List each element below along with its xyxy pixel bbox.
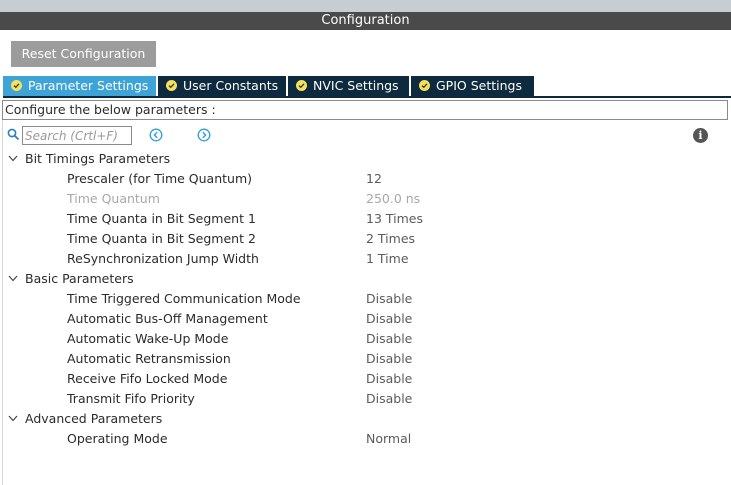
param-row-ttcm[interactable]: Time Triggered Communication Mode Disabl…: [0, 289, 731, 309]
panel-left-border: [2, 120, 3, 485]
param-value[interactable]: Disable: [366, 369, 412, 389]
tab-label: User Constants: [183, 78, 279, 93]
param-row-bit-segment-2[interactable]: Time Quanta in Bit Segment 2 2 Times: [0, 229, 731, 249]
param-name: Operating Mode: [67, 431, 168, 446]
param-name: ReSynchronization Jump Width: [67, 251, 259, 266]
param-value[interactable]: 12: [366, 169, 382, 189]
group-bit-timings[interactable]: Bit Timings Parameters: [0, 149, 731, 169]
check-circle-icon: [11, 80, 22, 91]
tab-gpio-settings[interactable]: GPIO Settings: [411, 76, 534, 96]
parameters-description: Configure the below parameters :: [2, 100, 728, 120]
top-strip: [0, 0, 731, 12]
param-name: Automatic Retransmission: [67, 351, 231, 366]
group-label: Advanced Parameters: [25, 411, 163, 426]
param-name: Prescaler (for Time Quantum): [67, 171, 253, 186]
tab-label: Parameter Settings: [28, 78, 149, 93]
check-circle-icon: [296, 80, 307, 91]
tab-user-constants[interactable]: User Constants: [158, 76, 286, 96]
param-name: Time Quanta in Bit Segment 1: [67, 211, 256, 226]
param-value[interactable]: 1 Time: [366, 249, 409, 269]
tab-label: NVIC Settings: [313, 78, 399, 93]
group-label: Bit Timings Parameters: [25, 151, 171, 166]
param-value: 250.0 ns: [366, 191, 421, 206]
group-basic-parameters[interactable]: Basic Parameters: [0, 269, 731, 289]
search-input[interactable]: [22, 126, 132, 145]
tab-label: GPIO Settings: [436, 78, 522, 93]
param-row-wake-up[interactable]: Automatic Wake-Up Mode Disable: [0, 329, 731, 349]
param-value[interactable]: Disable: [366, 389, 412, 409]
param-name: Time Quanta in Bit Segment 2: [67, 231, 256, 246]
info-icon[interactable]: i: [693, 128, 708, 143]
param-row-bus-off[interactable]: Automatic Bus-Off Management Disable: [0, 309, 731, 329]
chevron-down-icon[interactable]: [8, 155, 18, 162]
param-value[interactable]: Normal: [366, 429, 411, 449]
param-row-sync-jump-width[interactable]: ReSynchronization Jump Width 1 Time: [0, 249, 731, 269]
arrow-left-circle-icon[interactable]: [149, 128, 163, 142]
param-value[interactable]: Disable: [366, 349, 412, 369]
group-label: Basic Parameters: [25, 271, 134, 286]
tab-bar: Parameter Settings User Constants NVIC S…: [3, 76, 731, 98]
tab-nvic-settings[interactable]: NVIC Settings: [288, 76, 409, 96]
chevron-down-icon[interactable]: [8, 415, 18, 422]
param-row-operating-mode[interactable]: Operating Mode Normal: [0, 429, 731, 449]
param-name: Automatic Wake-Up Mode: [67, 331, 229, 346]
group-advanced-parameters[interactable]: Advanced Parameters: [0, 409, 731, 429]
window-title: Configuration: [0, 12, 731, 30]
param-value[interactable]: 13 Times: [366, 209, 423, 229]
param-value[interactable]: Disable: [366, 329, 412, 349]
param-value[interactable]: 2 Times: [366, 229, 415, 249]
param-name: Time Quantum: [67, 191, 160, 206]
param-value[interactable]: Disable: [366, 309, 412, 329]
check-circle-icon: [166, 80, 177, 91]
param-row-time-quantum: Time Quantum 250.0 ns: [0, 189, 731, 209]
param-name: Transmit Fifo Priority: [67, 391, 195, 406]
param-name: Receive Fifo Locked Mode: [67, 371, 228, 386]
param-name: Time Triggered Communication Mode: [67, 291, 301, 306]
param-row-prescaler[interactable]: Prescaler (for Time Quantum) 12: [0, 169, 731, 189]
arrow-right-circle-icon[interactable]: [197, 128, 211, 142]
param-name: Automatic Bus-Off Management: [67, 311, 268, 326]
reset-configuration-button[interactable]: Reset Configuration: [11, 41, 156, 67]
param-row-rx-fifo-locked[interactable]: Receive Fifo Locked Mode Disable: [0, 369, 731, 389]
param-row-tx-fifo-priority[interactable]: Transmit Fifo Priority Disable: [0, 389, 731, 409]
search-icon: [7, 128, 20, 141]
tab-underline: [3, 96, 731, 98]
check-circle-icon: [419, 80, 430, 91]
param-row-bit-segment-1[interactable]: Time Quanta in Bit Segment 1 13 Times: [0, 209, 731, 229]
param-row-retransmission[interactable]: Automatic Retransmission Disable: [0, 349, 731, 369]
tab-parameter-settings[interactable]: Parameter Settings: [3, 76, 156, 96]
chevron-down-icon[interactable]: [8, 275, 18, 282]
param-value[interactable]: Disable: [366, 289, 412, 309]
